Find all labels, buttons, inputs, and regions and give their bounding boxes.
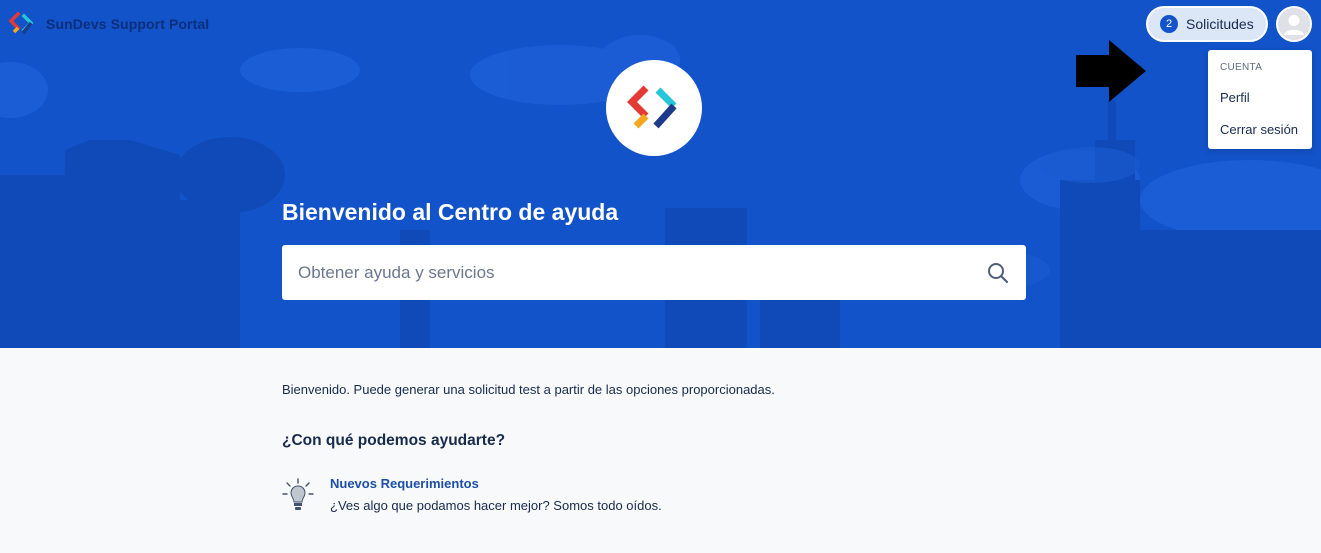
help-center-page: SunDevs Support Portal 2 Solicitudes Bie…	[0, 0, 1321, 553]
account-dropdown-menu: CUENTA Perfil Cerrar sesión	[1208, 50, 1312, 149]
help-center-logo	[606, 60, 702, 156]
requests-label: Solicitudes	[1186, 16, 1254, 32]
menu-section-label: CUENTA	[1220, 62, 1263, 73]
annotation-arrow-icon	[1076, 40, 1146, 102]
menu-item-logout[interactable]: Cerrar sesión	[1220, 122, 1298, 137]
request-type-title[interactable]: Nuevos Requerimientos	[330, 476, 479, 491]
sundevs-logo-icon	[8, 11, 34, 35]
requests-count-badge: 2	[1160, 15, 1178, 33]
welcome-title: Bienvenido al Centro de ayuda	[282, 199, 619, 225]
search-icon[interactable]	[987, 262, 1009, 284]
menu-item-profile[interactable]: Perfil	[1220, 90, 1250, 105]
requests-button[interactable]: 2 Solicitudes	[1146, 6, 1268, 42]
lightbulb-icon	[282, 478, 314, 510]
request-type-description: ¿Ves algo que podamos hacer mejor? Somos…	[330, 498, 662, 513]
user-avatar-button[interactable]	[1276, 6, 1312, 42]
search-box	[282, 245, 1026, 300]
request-type-item[interactable]: Nuevos Requerimientos ¿Ves algo que poda…	[282, 476, 882, 516]
sundevs-logo-large-icon	[627, 85, 677, 129]
search-input[interactable]	[282, 245, 972, 300]
brand-name: SunDevs Support Portal	[46, 16, 210, 32]
user-avatar-icon	[1278, 8, 1310, 40]
intro-text: Bienvenido. Puede generar una solicitud …	[282, 382, 775, 397]
section-heading: ¿Con qué podemos ayudarte?	[282, 432, 506, 449]
brand[interactable]: SunDevs Support Portal	[8, 10, 209, 38]
